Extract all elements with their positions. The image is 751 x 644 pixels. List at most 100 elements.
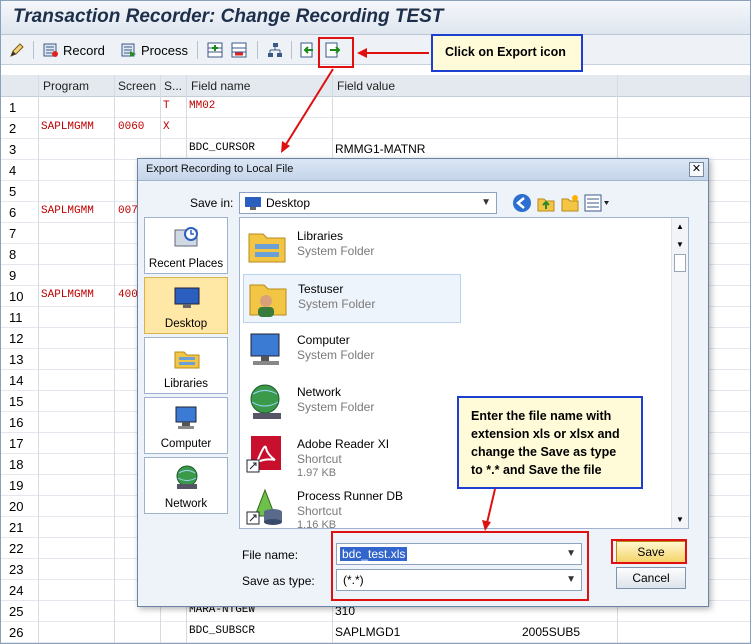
file-type: System Folder bbox=[297, 348, 375, 362]
place-network[interactable]: Network bbox=[144, 457, 228, 514]
record-icon bbox=[43, 43, 58, 57]
place-libraries[interactable]: Libraries bbox=[144, 337, 228, 394]
extra-value-cell: 2005SUB5 bbox=[522, 625, 581, 639]
file-name: Computer bbox=[297, 333, 350, 347]
row-number: 25 bbox=[9, 604, 24, 619]
row-number: 13 bbox=[9, 352, 24, 367]
col-screen[interactable]: Screen bbox=[118, 79, 156, 93]
save-button-highlight bbox=[611, 539, 687, 564]
place-label: Desktop bbox=[164, 318, 208, 330]
row-number: 12 bbox=[9, 331, 24, 346]
places-bar: Recent Places Desktop Libraries Computer… bbox=[144, 217, 229, 517]
start-flag-cell: X bbox=[163, 121, 170, 133]
cancel-button[interactable]: Cancel bbox=[616, 567, 686, 589]
back-icon[interactable] bbox=[512, 193, 532, 213]
file-name: Testuser bbox=[298, 282, 344, 296]
list-item[interactable]: Adobe Reader XI Shortcut 1.97 KB bbox=[243, 430, 461, 479]
process-label: Process bbox=[141, 42, 188, 58]
list-item[interactable]: Computer System Folder bbox=[243, 326, 461, 375]
record-button[interactable]: Record bbox=[43, 39, 105, 61]
filename-callout: Enter the file name with extension xls o… bbox=[457, 396, 643, 489]
hierarchy-icon[interactable] bbox=[267, 39, 283, 61]
row-number: 26 bbox=[9, 625, 24, 640]
file-name: Process Runner DB bbox=[297, 489, 404, 503]
database-icon bbox=[246, 488, 282, 525]
save-in-combo[interactable]: Desktop ▼ bbox=[239, 192, 497, 214]
row-number: 6 bbox=[9, 205, 17, 220]
up-folder-icon[interactable] bbox=[536, 193, 556, 213]
list-item[interactable]: Libraries System Folder bbox=[243, 222, 461, 271]
save-in-value: Desktop bbox=[266, 196, 311, 210]
row-number: 20 bbox=[9, 499, 24, 514]
chevron-up-icon[interactable]: ▲ bbox=[676, 222, 684, 231]
view-menu-icon[interactable] bbox=[584, 193, 610, 213]
list-item[interactable]: Testuser System Folder bbox=[243, 274, 461, 323]
start-flag-cell: T bbox=[163, 100, 170, 112]
libraries-icon bbox=[174, 351, 200, 369]
row-number: 23 bbox=[9, 562, 24, 577]
network-icon bbox=[176, 465, 198, 489]
list-item[interactable]: Process Runner DB Shortcut 1.16 KB bbox=[243, 482, 461, 529]
program-cell: SAPLMGMM bbox=[41, 121, 94, 133]
window-title: Transaction Recorder: Change Recording T… bbox=[13, 6, 444, 27]
scroll-thumb[interactable] bbox=[674, 254, 686, 272]
field-name-cell: MM02 bbox=[189, 100, 216, 112]
recent-places-icon bbox=[174, 227, 198, 247]
file-list-scrollbar[interactable]: ▲ ▼ ▼ bbox=[671, 218, 688, 528]
row-number: 14 bbox=[9, 373, 24, 388]
row-number: 24 bbox=[9, 583, 24, 598]
field-value-cell: SAPLMGD1 bbox=[335, 625, 401, 639]
save-type-label: Save as type: bbox=[242, 574, 315, 588]
file-type: Shortcut bbox=[297, 504, 342, 518]
adobe-reader-icon bbox=[246, 436, 281, 473]
file-name: Libraries bbox=[297, 229, 344, 243]
row-number: 18 bbox=[9, 457, 24, 472]
file-name: Network bbox=[297, 385, 342, 399]
row-number: 1 bbox=[9, 100, 17, 115]
delete-row-icon[interactable] bbox=[231, 39, 247, 61]
row-number: 22 bbox=[9, 541, 24, 556]
close-icon[interactable]: ✕ bbox=[689, 162, 704, 177]
list-item[interactable]: Network System Folder bbox=[243, 378, 461, 427]
place-recent-places[interactable]: Recent Places bbox=[144, 217, 228, 274]
field-name-cell: BDC_SUBSCR bbox=[189, 625, 256, 637]
program-cell: SAPLMGMM bbox=[41, 205, 94, 217]
row-number: 11 bbox=[9, 310, 23, 325]
row-number: 19 bbox=[9, 478, 24, 493]
field-name-cell: BDC_CURSOR bbox=[189, 142, 256, 154]
file-size: 1.16 KB bbox=[297, 519, 337, 529]
row-number: 8 bbox=[9, 247, 17, 262]
process-button[interactable]: Process bbox=[121, 39, 188, 61]
place-desktop[interactable]: Desktop bbox=[144, 277, 228, 334]
col-field-name[interactable]: Field name bbox=[191, 79, 250, 93]
import-icon[interactable] bbox=[299, 39, 315, 61]
chevron-down-icon[interactable]: ▼ bbox=[676, 515, 684, 524]
row-number: 4 bbox=[9, 163, 17, 178]
row-number: 2 bbox=[9, 121, 17, 136]
network-icon bbox=[250, 384, 281, 419]
row-number: 10 bbox=[9, 289, 24, 304]
new-folder-icon[interactable] bbox=[560, 193, 580, 213]
screen-cell: 400 bbox=[118, 289, 138, 301]
desktop-icon bbox=[245, 197, 261, 210]
insert-row-icon[interactable] bbox=[207, 39, 223, 61]
desktop-icon bbox=[174, 287, 200, 308]
file-type: System Folder bbox=[298, 297, 376, 311]
chevron-down-icon: ▼ bbox=[481, 197, 491, 208]
save-in-label: Save in: bbox=[190, 196, 234, 210]
place-label: Network bbox=[164, 498, 208, 510]
transaction-recorder-window: Transaction Recorder: Change Recording T… bbox=[0, 0, 751, 644]
col-start[interactable]: S... bbox=[164, 79, 182, 93]
file-type: System Folder bbox=[297, 244, 375, 258]
file-name: Adobe Reader XI bbox=[297, 437, 390, 451]
col-program[interactable]: Program bbox=[43, 79, 89, 93]
chevron-down-icon[interactable]: ▼ bbox=[676, 240, 684, 249]
edit-icon[interactable] bbox=[9, 39, 25, 61]
place-computer[interactable]: Computer bbox=[144, 397, 228, 454]
computer-icon bbox=[175, 406, 197, 429]
file-type: System Folder bbox=[297, 400, 375, 414]
file-name-label: File name: bbox=[242, 548, 299, 562]
libraries-folder-icon bbox=[248, 233, 286, 263]
place-label: Computer bbox=[160, 438, 212, 450]
col-field-value[interactable]: Field value bbox=[337, 79, 395, 93]
